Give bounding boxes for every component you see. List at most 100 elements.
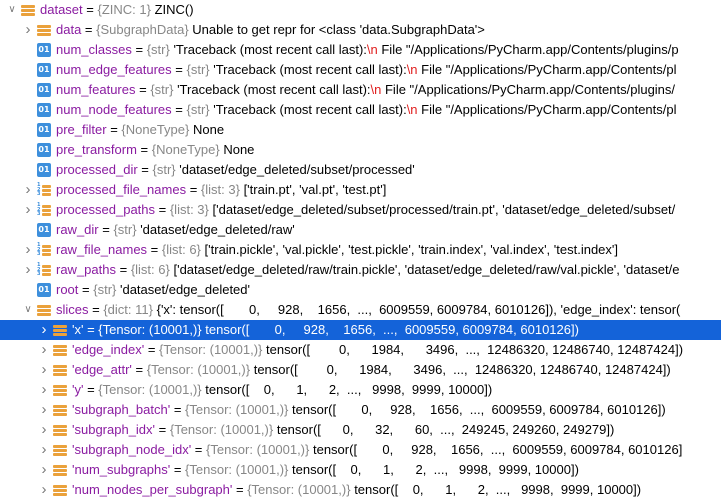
tree-row[interactable]: num_edge_features = {str} 'Traceback (mo…: [0, 60, 721, 80]
variable-type: {Tensor: (10001,)}: [185, 462, 289, 477]
chevron-right-icon[interactable]: ›: [38, 340, 50, 360]
tree-row[interactable]: processed_dir = {str} 'dataset/edge_dele…: [0, 160, 721, 180]
variable-type: {list: 6}: [130, 262, 170, 277]
chevron-right-icon[interactable]: ›: [38, 440, 50, 460]
chevron-right-icon[interactable]: ›: [22, 240, 34, 260]
tree-row[interactable]: ›'subgraph_idx' = {Tensor: (10001,)} ten…: [0, 420, 721, 440]
variable-name: 'x': [72, 322, 84, 337]
tree-row[interactable]: › 1 2 3 processed_paths = {list: 3} ['data…: [0, 200, 721, 220]
variable-value: tensor([ 0, 1, 2, ..., 9998, 9999, 10000…: [205, 382, 493, 397]
variable-value: tensor([ 0, 1984, 3496, ..., 12486320, 1…: [253, 362, 671, 377]
variable-value: ['dataset/edge_deleted/raw/train.pickle'…: [173, 262, 680, 277]
variable-value: 'Traceback (most recent call last):: [213, 102, 407, 117]
chevron-down-icon[interactable]: ∨: [6, 0, 18, 20]
collection-icon: [21, 3, 35, 17]
tree-row[interactable]: root = {str} 'dataset/edge_deleted': [0, 280, 721, 300]
chevron-right-icon[interactable]: ›: [22, 200, 34, 220]
tree-row[interactable]: ›'edge_index' = {Tensor: (10001,)} tenso…: [0, 340, 721, 360]
variable-icon: [37, 43, 51, 57]
variable-type: {str}: [150, 82, 174, 97]
variable-type: {Tensor: (10001,)}: [146, 362, 251, 377]
variable-type: {list: 3}: [169, 202, 209, 217]
variable-value: ['train.pickle', 'val.pickle', 'test.pic…: [204, 242, 618, 257]
variable-value: None: [223, 142, 255, 157]
tree-row[interactable]: num_features = {str} 'Traceback (most re…: [0, 80, 721, 100]
chevron-right-icon[interactable]: ›: [38, 320, 50, 340]
tree-row[interactable]: ›'edge_attr' = {Tensor: (10001,)} tensor…: [0, 360, 721, 380]
variable-value: tensor([ 0, 928, 1656, ..., 6009559, 600…: [292, 402, 666, 417]
variable-type: {str}: [113, 222, 137, 237]
variable-value: None: [192, 122, 225, 137]
variable-name: num_node_features: [56, 102, 172, 117]
tree-row[interactable]: pre_filter = {NoneType} None: [0, 120, 721, 140]
variable-value: Unable to get repr for <class 'data.Subg…: [192, 22, 485, 37]
tree-row[interactable]: raw_dir = {str} 'dataset/edge_deleted/ra…: [0, 220, 721, 240]
variable-value: 'dataset/edge_deleted/raw': [140, 222, 295, 237]
chevron-right-icon[interactable]: ›: [22, 180, 34, 200]
tree-row[interactable]: › 1 2 3 raw_paths = {list: 6} ['dataset/ed…: [0, 260, 721, 280]
tree-row[interactable]: num_node_features = {str} 'Traceback (mo…: [0, 100, 721, 120]
tree-row[interactable]: pre_transform = {NoneType} None: [0, 140, 721, 160]
variable-value: 'Traceback (most recent call last):: [213, 62, 407, 77]
chevron-right-icon[interactable]: ›: [22, 260, 34, 280]
chevron-right-icon[interactable]: ›: [38, 460, 50, 480]
variable-type: {Tensor: (10001,)}: [98, 382, 202, 397]
tree-row[interactable]: ›'subgraph_batch' = {Tensor: (10001,)} t…: [0, 400, 721, 420]
variable-value-tail: File "/Applications/PyCharm.app/Contents…: [417, 62, 677, 77]
escape-sequence: \n: [370, 82, 382, 97]
tree-row[interactable]: ›'num_subgraphs' = {Tensor: (10001,)} te…: [0, 460, 721, 480]
variable-type: {Tensor: (10001,)}: [159, 342, 263, 357]
variable-value: 'Traceback (most recent call last):: [173, 42, 367, 57]
variable-type: {ZINC: 1}: [97, 2, 151, 17]
tree-row[interactable]: ∨ slices = {dict: 11} {'x': tensor([ 0, 9…: [0, 300, 721, 320]
variable-name: 'subgraph_idx': [72, 422, 156, 437]
collection-icon: [53, 403, 67, 417]
variable-type: {Tensor: (10001,)}: [206, 442, 310, 457]
variable-name: 'edge_index': [72, 342, 145, 357]
list-icon: 1 2 3: [37, 243, 51, 257]
collection-icon: [37, 303, 51, 317]
variable-name: processed_paths: [56, 202, 156, 217]
variable-name: raw_file_names: [56, 242, 148, 257]
collection-icon: [53, 463, 67, 477]
variable-name: raw_paths: [56, 262, 116, 277]
tree-row[interactable]: ∨ dataset = {ZINC: 1} ZINC(): [0, 0, 721, 20]
tree-row[interactable]: ›'num_nodes_per_subgraph' = {Tensor: (10…: [0, 480, 721, 500]
chevron-right-icon[interactable]: ›: [22, 20, 34, 40]
variable-value: 'dataset/edge_deleted/subset/processed': [179, 162, 415, 177]
chevron-right-icon[interactable]: ›: [38, 420, 50, 440]
variable-value: tensor([ 0, 1, 2, ..., 9998, 9999, 10000…: [292, 462, 579, 477]
variable-name: pre_transform: [56, 142, 137, 157]
chevron-down-icon[interactable]: ∨: [22, 300, 34, 320]
chevron-right-icon[interactable]: ›: [38, 380, 50, 400]
variable-icon: [37, 223, 51, 237]
variable-name: num_classes: [56, 42, 132, 57]
variable-type: {str}: [186, 62, 210, 77]
list-icon: 1 2 3: [37, 203, 51, 217]
chevron-right-icon[interactable]: ›: [38, 400, 50, 420]
variable-icon: [37, 63, 51, 77]
collection-icon: [53, 423, 67, 437]
chevron-right-icon[interactable]: ›: [38, 480, 50, 500]
list-icon: 1 2 3: [37, 263, 51, 277]
variable-name: data: [56, 22, 82, 37]
variable-type: {list: 6}: [161, 242, 201, 257]
tree-row[interactable]: ›'y' = {Tensor: (10001,)} tensor([ 0, 1,…: [0, 380, 721, 400]
tree-row[interactable]: › 1 2 3 processed_file_names = {list: 3} […: [0, 180, 721, 200]
variable-value: tensor([ 0, 928, 1656, ..., 6009559, 600…: [205, 322, 579, 337]
tree-row[interactable]: › 1 2 3 raw_file_names = {list: 6} ['train…: [0, 240, 721, 260]
variable-name: 'edge_attr': [72, 362, 132, 377]
variable-name: dataset: [40, 2, 83, 17]
tree-row[interactable]: ›'subgraph_node_idx' = {Tensor: (10001,)…: [0, 440, 721, 460]
collection-icon: [53, 443, 67, 457]
variable-name: 'y': [72, 382, 84, 397]
chevron-right-icon[interactable]: ›: [38, 360, 50, 380]
variable-value-tail: File "/Applications/PyCharm.app/Contents…: [381, 82, 676, 97]
variable-icon: [37, 143, 51, 157]
tree-row[interactable]: › data = {SubgraphData} Unable to get rep…: [0, 20, 721, 40]
variable-value: ['dataset/edge_deleted/subset/processed/…: [212, 202, 676, 217]
tree-row[interactable]: num_classes = {str} 'Traceback (most rec…: [0, 40, 721, 60]
tree-row[interactable]: ›'x' = {Tensor: (10001,)} tensor([ 0, 92…: [0, 320, 721, 340]
collection-icon: [53, 383, 67, 397]
variable-value-tail: File "/Applications/PyCharm.app/Contents…: [417, 102, 677, 117]
